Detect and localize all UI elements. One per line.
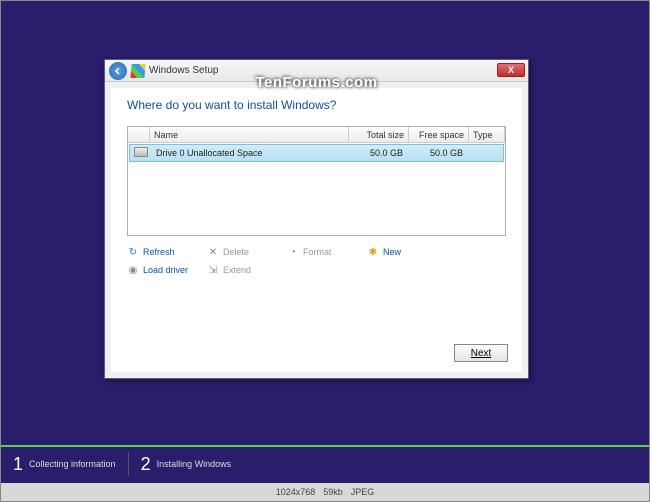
row-name: Drive 0 Unallocated Space xyxy=(152,148,347,158)
step-2-number: 2 xyxy=(141,454,151,475)
step-1-number: 1 xyxy=(13,454,23,475)
content-pane: TenForums.com Where do you want to insta… xyxy=(111,88,522,372)
disk-row-selected[interactable]: Drive 0 Unallocated Space 50.0 GB 50.0 G… xyxy=(129,144,504,162)
window-title: Windows Setup xyxy=(149,65,218,76)
meta-format: JPEG xyxy=(351,487,375,497)
windows-flag-icon xyxy=(130,64,145,78)
step-2-label: Installing Windows xyxy=(157,459,232,469)
delete-link[interactable]: ✕ Delete xyxy=(207,246,287,258)
next-button[interactable]: Next xyxy=(454,344,508,362)
col-type[interactable]: Type xyxy=(469,127,505,142)
step-2: 2 Installing Windows xyxy=(129,454,244,475)
refresh-label: Refresh xyxy=(143,247,175,257)
load-label: Load driver xyxy=(143,265,188,275)
step-1: 1 Collecting information xyxy=(1,454,128,475)
close-button[interactable]: X xyxy=(497,63,525,77)
format-link[interactable]: ◔ Format xyxy=(287,246,367,258)
row-total: 50.0 GB xyxy=(347,148,407,158)
format-label: Format xyxy=(303,247,332,257)
col-name[interactable]: Name xyxy=(150,127,349,142)
step-1-label: Collecting information xyxy=(29,459,116,469)
meta-dims: 1024x768 xyxy=(276,487,316,497)
format-icon: ◔ xyxy=(287,246,299,258)
load-driver-icon: ◉ xyxy=(127,264,139,276)
disk-actions: ↻ Refresh ✕ Delete ◔ Format ✱ New ◉ Load… xyxy=(127,246,506,276)
load-driver-link[interactable]: ◉ Load driver xyxy=(127,264,207,276)
drive-icon xyxy=(134,147,148,157)
new-link[interactable]: ✱ New xyxy=(367,246,447,258)
delete-label: Delete xyxy=(223,247,249,257)
extend-link[interactable]: ⇲ Extend xyxy=(207,264,287,276)
watermark-text: TenForums.com xyxy=(255,74,377,91)
back-button[interactable] xyxy=(109,62,127,80)
col-free[interactable]: Free space xyxy=(409,127,469,142)
meta-size: 59kb xyxy=(323,487,343,497)
page-heading: Where do you want to install Windows? xyxy=(127,98,506,112)
delete-icon: ✕ xyxy=(207,246,219,258)
col-total[interactable]: Total size xyxy=(349,127,409,142)
new-label: New xyxy=(383,247,401,257)
row-free: 50.0 GB xyxy=(407,148,467,158)
setup-window: Windows Setup X TenForums.com Where do y… xyxy=(104,59,529,379)
refresh-icon: ↻ xyxy=(127,246,139,258)
new-icon: ✱ xyxy=(367,246,379,258)
extend-label: Extend xyxy=(223,265,251,275)
image-meta-bar: 1024x768 59kb JPEG xyxy=(1,483,649,501)
extend-icon: ⇲ xyxy=(207,264,219,276)
refresh-link[interactable]: ↻ Refresh xyxy=(127,246,207,258)
progress-steps: 1 Collecting information 2 Installing Wi… xyxy=(1,445,649,481)
disk-list-header: Name Total size Free space Type xyxy=(128,127,505,143)
disk-list: Name Total size Free space Type Drive 0 … xyxy=(127,126,506,236)
